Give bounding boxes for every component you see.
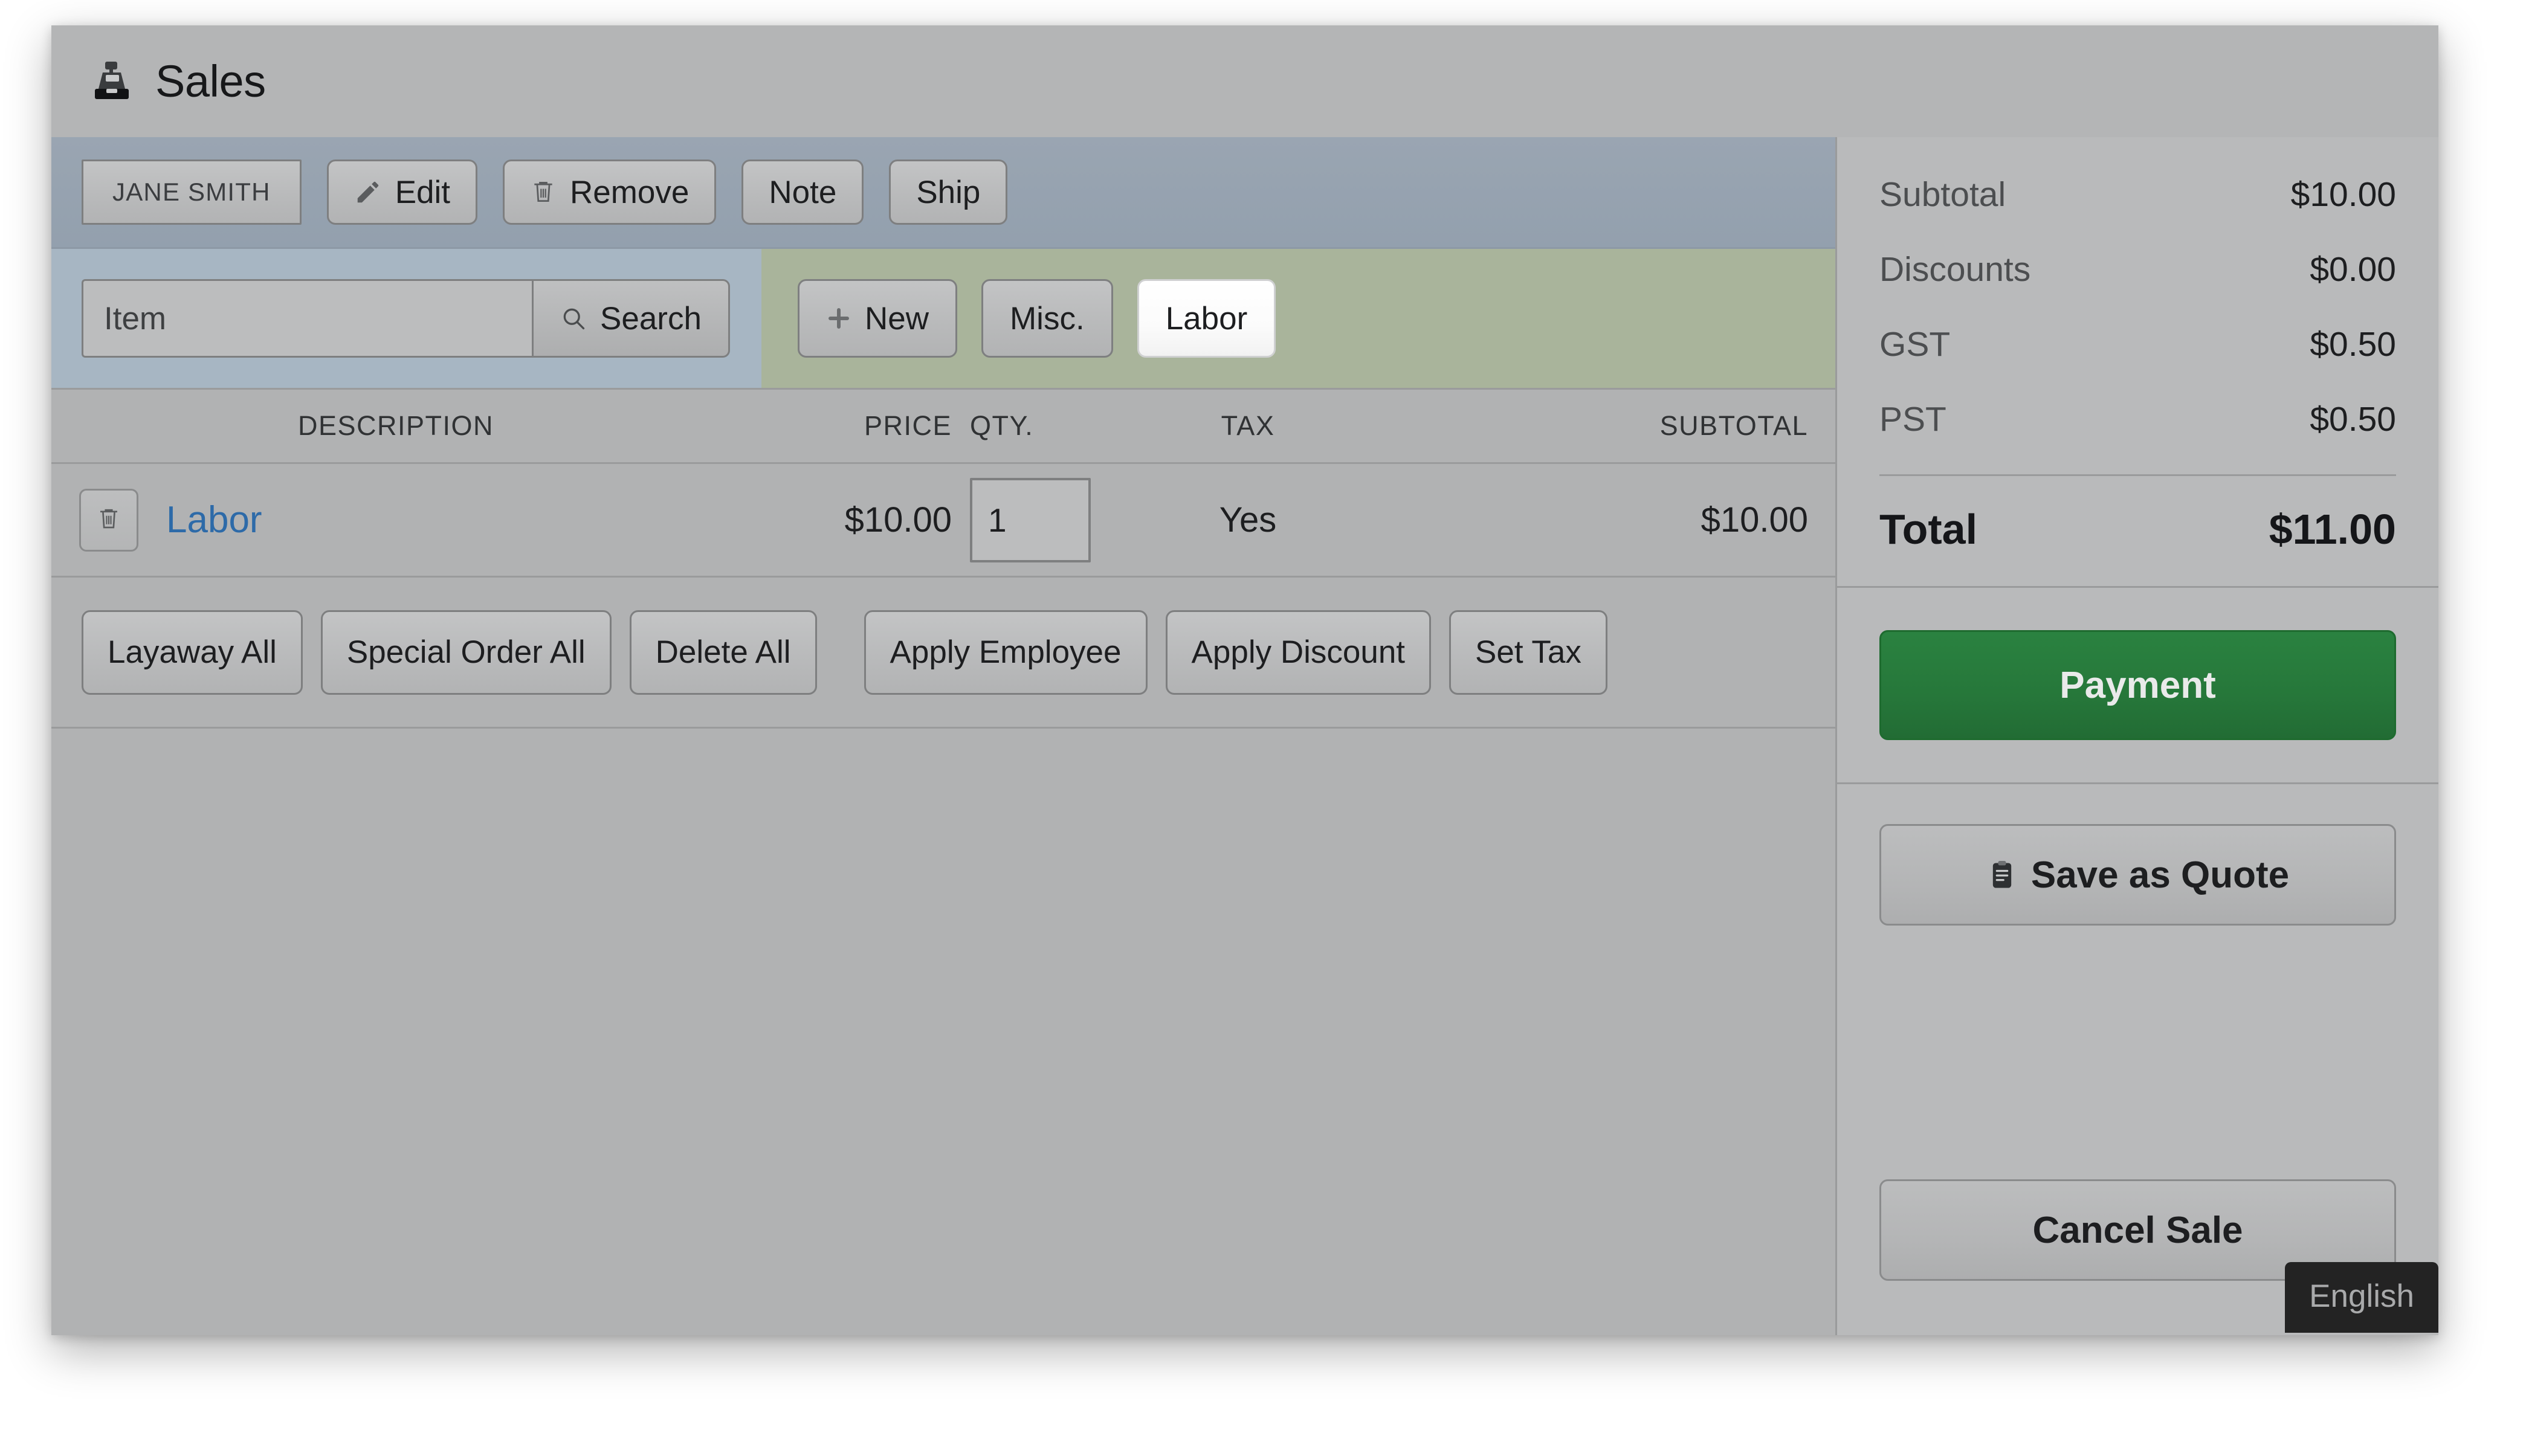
magnifier-icon <box>560 305 587 332</box>
layaway-all-button[interactable]: Layaway All <box>82 610 303 695</box>
customer-toolbar: JANE SMITH Edit Remove Note Ship <box>51 137 1837 249</box>
trash-icon <box>530 179 557 205</box>
bulk-actions-row: Layaway All Special Order All Delete All… <box>51 578 1837 729</box>
search-group: Search <box>82 279 730 358</box>
save-as-quote-button[interactable]: Save as Quote <box>1879 824 2396 926</box>
edit-label: Edit <box>395 174 451 210</box>
item-search-row: Search New Misc. Labor <box>51 249 1837 390</box>
payment-section: Payment <box>1837 588 2438 782</box>
apply-discount-button[interactable]: Apply Discount <box>1165 610 1432 695</box>
column-header-description: DESCRIPTION <box>297 410 494 441</box>
ship-button[interactable]: Ship <box>889 159 1008 225</box>
search-label: Search <box>600 300 702 337</box>
totals-row-gst: GST $0.50 <box>1879 324 2396 364</box>
sales-window: Sales JANE SMITH Edit Remove Note Ship I… <box>51 25 2438 1335</box>
row-subtotal-cell: $10.00 <box>1701 500 1808 540</box>
line-items-header: DESCRIPTION PRICE QTY. TAX SUBTOTAL <box>51 390 1837 464</box>
row-tax-cell: Yes <box>1219 500 1277 540</box>
plus-icon <box>826 306 851 331</box>
discounts-value: $0.00 <box>2310 250 2396 289</box>
pst-label: PST <box>1879 400 1946 439</box>
cash-register-icon <box>89 60 132 103</box>
clipboard-icon <box>1986 859 2018 891</box>
search-input[interactable] <box>82 279 532 358</box>
remove-label: Remove <box>570 174 690 210</box>
new-item-label: New <box>865 300 929 337</box>
special-order-all-button[interactable]: Special Order All <box>320 610 612 695</box>
delete-all-button[interactable]: Delete All <box>629 610 817 695</box>
edit-button[interactable]: Edit <box>326 159 478 225</box>
item-search-section: Search <box>51 249 761 388</box>
column-header-tax: TAX <box>1221 410 1275 441</box>
table-row: Labor $10.00 Yes $10.00 <box>51 464 1837 578</box>
pst-value: $0.50 <box>2310 400 2396 439</box>
total-label: Total <box>1879 506 1978 553</box>
totals-row-grand: Total $11.00 <box>1879 505 2396 553</box>
discounts-label: Discounts <box>1879 250 2031 289</box>
labor-item-button[interactable]: Labor <box>1137 279 1276 358</box>
column-header-subtotal: SUBTOTAL <box>1659 410 1808 441</box>
set-tax-button[interactable]: Set Tax <box>1449 610 1607 695</box>
save-as-quote-label: Save as Quote <box>2030 854 2290 896</box>
item-description-link[interactable]: Labor <box>166 499 262 541</box>
note-button[interactable]: Note <box>741 159 864 225</box>
totals-sidebar: Subtotal $10.00 Discounts $0.00 GST $0.5… <box>1835 137 2438 1335</box>
misc-item-button[interactable]: Misc. <box>981 279 1113 358</box>
totals-row-discounts: Discounts $0.00 <box>1879 250 2396 289</box>
gst-label: GST <box>1879 325 1951 364</box>
totals-row-subtotal: Subtotal $10.00 <box>1879 175 2396 214</box>
gst-value: $0.50 <box>2310 325 2396 364</box>
totals-divider <box>1879 474 2396 476</box>
apply-employee-button[interactable]: Apply Employee <box>864 610 1148 695</box>
sale-main-pane: JANE SMITH Edit Remove Note Ship Item Se… <box>51 137 1837 1335</box>
search-button[interactable]: Search <box>532 279 730 358</box>
row-delete-cell <box>51 488 166 552</box>
total-value: $11.00 <box>2269 506 2396 553</box>
item-type-section: New Misc. Labor <box>761 249 1837 388</box>
column-header-qty: QTY. <box>970 410 1034 441</box>
page-title: Sales <box>155 56 266 106</box>
delete-row-button[interactable] <box>79 488 138 552</box>
row-qty-cell <box>952 477 1103 562</box>
row-description-cell: Labor <box>166 498 625 541</box>
totals-panel: Subtotal $10.00 Discounts $0.00 GST $0.5… <box>1837 137 2438 586</box>
new-item-button[interactable]: New <box>798 279 958 358</box>
window-header: Sales <box>51 25 2438 137</box>
totals-row-pst: PST $0.50 <box>1879 399 2396 439</box>
remove-button[interactable]: Remove <box>503 159 717 225</box>
customer-button[interactable]: JANE SMITH <box>82 159 302 225</box>
trash-icon <box>96 500 121 540</box>
column-header-price: PRICE <box>864 410 952 441</box>
payment-button[interactable]: Payment <box>1879 630 2396 740</box>
save-quote-section: Save as Quote <box>1837 784 2438 965</box>
subtotal-label: Subtotal <box>1879 175 2006 214</box>
pencil-icon <box>354 178 382 206</box>
row-price-cell: $10.00 <box>844 500 952 540</box>
language-badge[interactable]: English <box>2285 1262 2438 1333</box>
subtotal-value: $10.00 <box>2290 175 2396 214</box>
quantity-input[interactable] <box>970 477 1091 562</box>
